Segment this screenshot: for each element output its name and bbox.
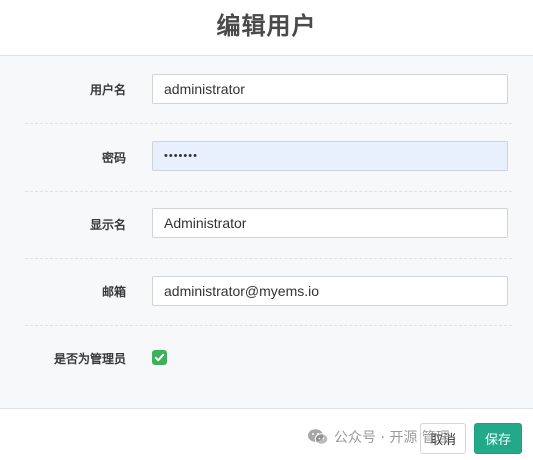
dialog-body: 用户名 密码 显示名 邮箱 是否为管理员 [0, 56, 533, 408]
username-input[interactable] [152, 74, 508, 104]
edit-user-dialog: 编辑用户 用户名 密码 显示名 邮箱 是否为管理员 [0, 0, 533, 460]
password-input[interactable] [152, 141, 508, 171]
email-input[interactable] [152, 276, 508, 306]
checkmark-icon [154, 353, 165, 362]
password-row: 密码 [25, 124, 512, 192]
is-admin-checkbox[interactable] [152, 350, 167, 365]
display-name-input[interactable] [152, 208, 508, 238]
wechat-icon [308, 429, 329, 445]
save-button[interactable]: 保存 [474, 423, 522, 454]
email-row: 邮箱 [25, 258, 512, 326]
cancel-button[interactable]: 取消 [420, 423, 466, 454]
username-row: 用户名 [25, 56, 512, 124]
dialog-footer: 取消 保存 公众号 · 开源 管理 [0, 408, 533, 460]
email-label: 邮箱 [101, 285, 126, 299]
password-label: 密码 [101, 151, 126, 165]
username-label: 用户名 [89, 83, 126, 97]
is-admin-row: 是否为管理员 [25, 325, 512, 392]
dialog-header: 编辑用户 [0, 0, 533, 56]
display-name-label: 显示名 [89, 218, 126, 232]
is-admin-label: 是否为管理员 [53, 352, 126, 366]
dialog-title: 编辑用户 [216, 12, 317, 40]
display-name-row: 显示名 [25, 191, 512, 259]
